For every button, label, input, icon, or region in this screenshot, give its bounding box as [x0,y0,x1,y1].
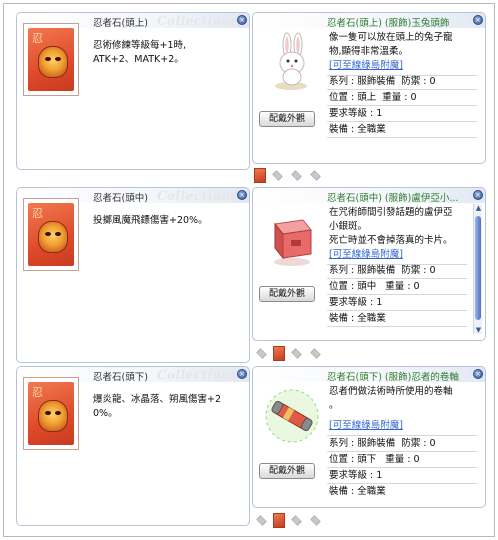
card-slots [254,345,323,361]
equip-title: 忍者石(頭中) (服飾)盧伊亞小... [327,193,459,204]
preview-appearance-button[interactable]: 配戴外觀 [259,286,315,302]
stat-line: 要求等級 : 1 [329,108,383,119]
scrollbar-thumb[interactable] [475,216,481,320]
stat-line: 裝備 : 全職業 [329,313,386,324]
divider [327,137,477,138]
enchant-link[interactable]: [可至線綠島附魔] [329,419,403,433]
divider [327,451,477,452]
empty-slot-icon [291,169,302,181]
card-name: 忍者石(頭上) [93,18,148,29]
card-description: 爆炎龍、冰晶落、朔風傷害+2 0%。 [93,394,222,419]
red-block-icon [261,206,323,268]
empty-slot-icon [310,514,321,526]
equip-description: 在咒術師間引發話題的盧伊亞 小銀斑。 死亡時並不會掉落真的卡片。 [329,207,453,246]
divider [327,105,477,106]
empty-slot-icon [291,347,302,359]
watermark: Collections [157,14,238,28]
close-icon[interactable]: × [237,15,247,25]
watermark: Collections [157,189,238,203]
divider [327,467,477,468]
empty-slot-icon [310,169,321,181]
equip-panel-2: × 忍者石(頭中) (服飾)盧伊亞小... 配戴外觀 在咒術師間引發話題的盧伊亞… [252,187,486,341]
divider [327,326,467,327]
card-illustration: 忍 [23,23,79,96]
scroll-item-icon [261,385,323,447]
empty-slot-icon [272,169,283,181]
close-icon[interactable]: × [237,369,247,379]
scroll-down-icon[interactable]: ▼ [474,326,483,334]
card-name: 忍者石(頭中) [93,193,148,204]
empty-slot-icon [291,514,302,526]
divider [327,89,477,90]
stat-line: 系列 : 服飾裝備 防禦 : 0 [329,265,436,276]
equip-title: 忍者石(頭下) (服飾)忍者的卷軸 [327,372,459,383]
card-illustration: 忍 [23,377,79,450]
stat-line: 位置 : 頭下 重量 : 0 [329,454,420,465]
divider [327,294,467,295]
stat-line: 裝備 : 全職業 [329,486,386,497]
card-name: 忍者石(頭下) [93,372,148,383]
close-icon[interactable]: × [473,190,483,200]
stat-line: 系列 : 服飾裝備 防禦 : 0 [329,438,436,449]
divider [327,278,467,279]
card-description: 投擲風魔飛鏢傷害+20%。 [93,215,208,226]
scrollbar[interactable]: ▲ ▼ [473,204,482,334]
equip-description: 忍者們做法術時所使用的卷軸 。 [329,386,453,411]
page-frame: Collections × 忍 忍者石(頭上) 忍術修練等級每+1時, ATK+… [3,3,495,537]
divider [327,435,477,436]
preview-appearance-button[interactable]: 配戴外觀 [259,111,315,127]
stat-line: 位置 : 頭中 重量 : 0 [329,281,420,292]
card-description: 忍術修練等級每+1時, ATK+2、MATK+2。 [93,40,187,65]
card-slots [254,167,323,183]
divider [327,310,467,311]
stat-line: 要求等級 : 1 [329,297,383,308]
divider [327,483,477,484]
card-illustration: 忍 [23,198,79,271]
empty-slot-icon [310,347,321,359]
card-panel-1: Collections × 忍 忍者石(頭上) 忍術修練等級每+1時, ATK+… [16,12,250,170]
slot-card-icon [273,345,285,361]
slot-card-icon [254,167,266,183]
stat-line: 裝備 : 全職業 [329,124,386,135]
stat-line: 系列 : 服飾裝備 防禦 : 0 [329,76,436,87]
card-panel-3: Collections × 忍 忍者石(頭下) 爆炎龍、冰晶落、朔風傷害+2 0… [16,366,250,526]
equip-panel-1: × 忍者石(頭上) (服飾)玉兔頭飾 配戴外觀 像一隻可以放在頭上的兔子寵 物,… [252,12,486,164]
equip-panel-3: × 忍者石(頭下) (服飾)忍者的卷軸 配戴外觀 忍者們做法術時所使用的卷軸 。… [252,366,486,508]
card-panel-2: Collections × 忍 忍者石(頭中) 投擲風魔飛鏢傷害+20%。 [16,187,250,363]
card-slots [254,512,323,528]
equip-title: 忍者石(頭上) (服飾)玉兔頭飾 [327,18,450,29]
watermark: Collections [157,368,238,382]
empty-slot-icon [256,347,267,359]
slot-card-icon [273,512,285,528]
scroll-up-icon[interactable]: ▲ [474,204,483,212]
stat-line: 位置 : 頭上 重量 : 0 [329,92,417,103]
equip-description: 像一隻可以放在頭上的兔子寵 物,顯得非常溫柔。 [329,32,453,57]
close-icon[interactable]: × [237,190,247,200]
enchant-link[interactable]: [可至線綠島附魔] [329,59,403,73]
close-icon[interactable]: × [473,15,483,25]
preview-appearance-button[interactable]: 配戴外觀 [259,463,315,479]
empty-slot-icon [256,514,267,526]
stat-line: 要求等級 : 1 [329,470,383,481]
rabbit-headgear-icon [261,31,323,93]
divider [327,121,477,122]
enchant-link[interactable]: [可至線綠島附魔] [329,248,403,262]
